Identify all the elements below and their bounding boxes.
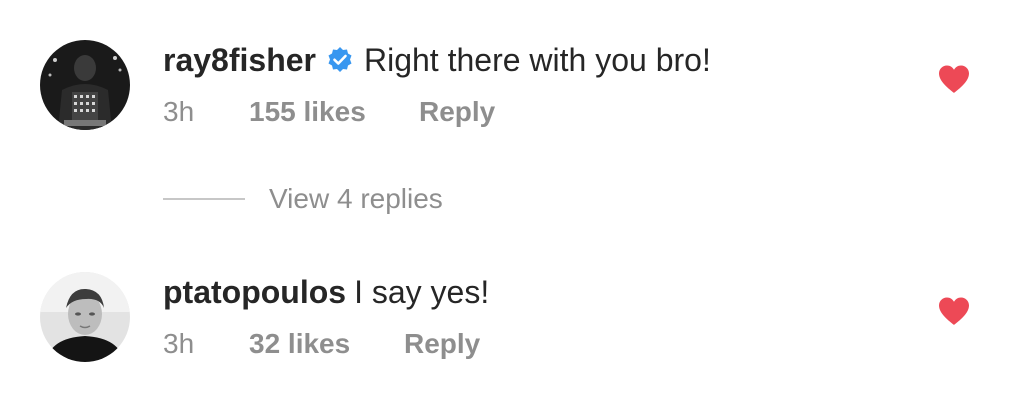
timestamp[interactable]: 3h — [163, 328, 249, 360]
avatar-photo-icon — [40, 40, 130, 130]
avatar[interactable] — [40, 40, 130, 130]
comment-meta: 3h 155 likes Reply — [163, 96, 495, 128]
avatar-photo-icon — [40, 272, 130, 362]
comment-line: ray8fisher Right there with you bro! — [163, 42, 711, 78]
comment-text: Right there with you bro! — [363, 42, 711, 78]
view-replies-label[interactable]: View 4 replies — [269, 183, 443, 215]
avatar[interactable] — [40, 272, 130, 362]
timestamp[interactable]: 3h — [163, 96, 249, 128]
like-heart-icon[interactable] — [937, 64, 971, 94]
replies-divider — [163, 198, 245, 200]
verified-badge-icon — [326, 46, 354, 74]
like-heart-icon[interactable] — [937, 296, 971, 326]
comment-meta: 3h 32 likes Reply — [163, 328, 480, 360]
likes-count-link[interactable]: 155 likes — [249, 96, 419, 128]
reply-button[interactable]: Reply — [419, 96, 495, 128]
comment-text: I say yes! — [354, 274, 490, 310]
comment-line: ptatopoulos I say yes! — [163, 274, 489, 310]
view-replies-button[interactable]: View 4 replies — [163, 182, 443, 216]
reply-button[interactable]: Reply — [404, 328, 480, 360]
likes-count-link[interactable]: 32 likes — [249, 328, 404, 360]
username-link[interactable]: ray8fisher — [163, 42, 316, 78]
username-link[interactable]: ptatopoulos — [163, 274, 346, 310]
